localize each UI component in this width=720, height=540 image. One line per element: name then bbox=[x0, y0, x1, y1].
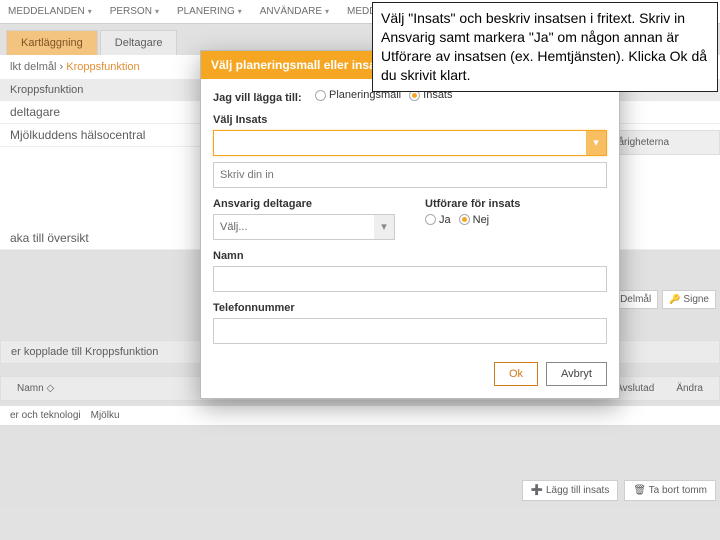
ok-button[interactable]: Ok bbox=[494, 362, 538, 386]
instruction-callout: Välj "Insats" och beskriv insatsen i fri… bbox=[372, 2, 718, 92]
utforare-label: Utförare för insats bbox=[425, 198, 607, 210]
valj-insats-label: Välj Insats bbox=[213, 114, 607, 126]
namn-label: Namn bbox=[213, 250, 607, 262]
ansvarig-select[interactable]: Välj...▾ bbox=[213, 214, 395, 240]
ansvarig-label: Ansvarig deltagare bbox=[213, 198, 395, 210]
avbryt-button[interactable]: Avbryt bbox=[546, 362, 607, 386]
radio-nej[interactable]: Nej bbox=[459, 214, 490, 226]
jagvill-label: Jag vill lägga till: bbox=[213, 92, 302, 104]
tel-input[interactable] bbox=[213, 318, 607, 344]
namn-input[interactable] bbox=[213, 266, 607, 292]
valj-insats-select[interactable]: ▾ bbox=[213, 130, 607, 156]
skriv-input[interactable] bbox=[213, 162, 607, 188]
tel-label: Telefonnummer bbox=[213, 302, 607, 314]
modal: Välj planeringsmall eller insats för Del… bbox=[200, 50, 620, 399]
radio-ja[interactable]: Ja bbox=[425, 214, 451, 226]
